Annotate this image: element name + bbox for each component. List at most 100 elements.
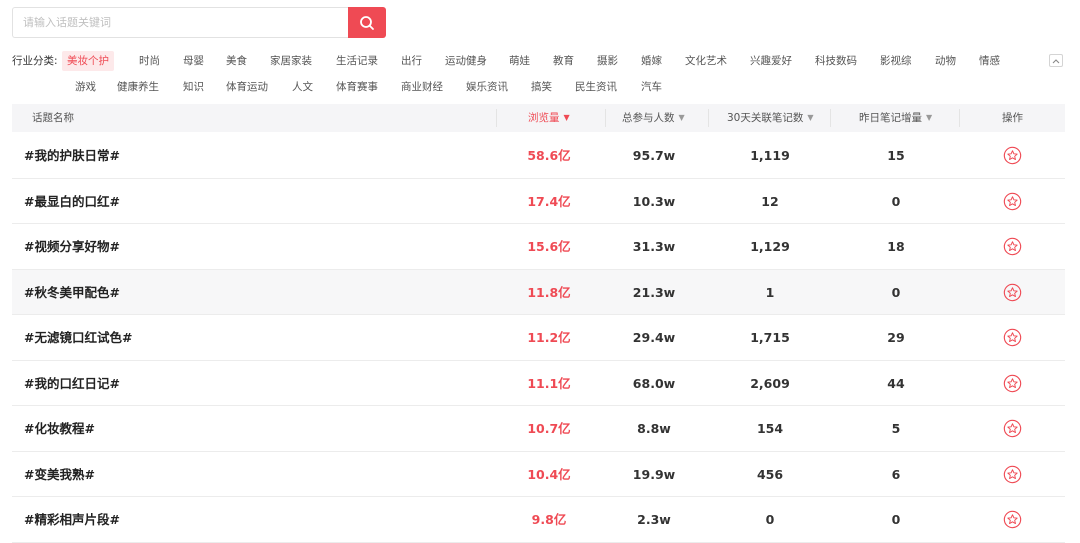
favorite-button[interactable] xyxy=(1003,465,1022,484)
header-participants[interactable]: 总参与人数 ▼ xyxy=(622,104,685,132)
favorite-button[interactable] xyxy=(1003,419,1022,438)
category-item[interactable]: 汽车 xyxy=(636,77,667,97)
participants-cell: 31.3w xyxy=(632,239,676,254)
category-item[interactable]: 运动健身 xyxy=(440,51,492,71)
column-divider xyxy=(959,109,960,127)
yesterday-cell: 5 xyxy=(891,421,901,436)
topic-name-cell[interactable]: #我的护肤日常# xyxy=(24,133,120,178)
category-item[interactable]: 美妆个护 xyxy=(62,51,114,71)
views-cell: 11.2亿 xyxy=(527,330,571,345)
notes30-cell: 1 xyxy=(765,284,775,300)
favorite-button[interactable] xyxy=(1003,192,1022,211)
sort-icon: ▼ xyxy=(678,113,685,122)
star-icon xyxy=(1003,283,1022,301)
table-row[interactable]: #秋冬美甲配色# 11.8亿 21.3w 1 0 xyxy=(12,269,1065,315)
category-item[interactable]: 家居家装 xyxy=(265,51,317,71)
table-row[interactable]: #精彩相声片段# 9.8亿 2.3w 0 0 xyxy=(12,497,1065,543)
notes30-cell: 456 xyxy=(756,466,784,482)
category-item[interactable]: 体育赛事 xyxy=(331,77,383,97)
table-row[interactable]: #变美我熟# 10.4亿 19.9w 456 6 xyxy=(12,452,1065,497)
topic-name-cell[interactable]: #变美我熟# xyxy=(24,452,95,497)
table-row[interactable]: #我的护肤日常# 58.6亿 95.7w 1,119 15 xyxy=(12,133,1065,179)
participants-cell: 21.3w xyxy=(632,284,676,300)
category-item[interactable]: 动物 xyxy=(930,51,961,71)
category-item[interactable]: 健康养生 xyxy=(112,77,164,97)
category-item[interactable]: 兴趣爱好 xyxy=(745,51,797,71)
table-header: 话题名称 浏览量 ▼ 总参与人数 ▼ 30天关联笔记数 ▼ 昨日笔记增量 ▼ 操作 xyxy=(12,104,1065,132)
header-views[interactable]: 浏览量 ▼ xyxy=(528,104,570,132)
star-icon xyxy=(1003,328,1022,347)
collapse-categories-button[interactable] xyxy=(1049,54,1063,67)
yesterday-cell: 0 xyxy=(891,512,901,527)
category-item[interactable]: 科技数码 xyxy=(810,51,862,71)
category-item[interactable]: 摄影 xyxy=(592,51,623,71)
category-item[interactable]: 文化艺术 xyxy=(680,51,732,71)
category-item[interactable]: 婚嫁 xyxy=(636,51,667,71)
header-participants-label: 总参与人数 xyxy=(622,112,675,124)
table-row[interactable]: #无滤镜口红试色# 11.2亿 29.4w 1,715 29 xyxy=(12,315,1065,361)
favorite-button[interactable] xyxy=(1003,328,1022,347)
header-views-label: 浏览量 xyxy=(528,112,560,124)
views-cell: 15.6亿 xyxy=(527,239,571,254)
topic-name-cell[interactable]: #化妆教程# xyxy=(24,406,95,451)
table-row[interactable]: #我的口红日记# 11.1亿 68.0w 2,609 44 xyxy=(12,361,1065,406)
yesterday-cell: 0 xyxy=(891,193,901,209)
topic-name-cell[interactable]: #最显白的口红# xyxy=(24,179,120,224)
category-item[interactable]: 美食 xyxy=(221,51,252,71)
notes30-cell: 0 xyxy=(765,512,775,527)
search-button[interactable] xyxy=(348,7,386,38)
sort-desc-icon: ▼ xyxy=(563,113,570,122)
topic-name-cell[interactable]: #视频分享好物# xyxy=(24,224,120,269)
category-item[interactable]: 教育 xyxy=(548,51,579,71)
category-item[interactable]: 情感 xyxy=(974,51,1005,71)
yesterday-cell: 18 xyxy=(887,239,905,254)
category-item[interactable]: 出行 xyxy=(396,51,427,71)
category-row-1: 美妆个护 时尚 母婴 美食 家居家装 生活记录 出行 运动健身 萌娃 教育 摄影 婚嫁 文化艺术 兴趣爱好… xyxy=(0,51,1080,71)
topic-name-cell[interactable]: #秋冬美甲配色# xyxy=(24,270,120,315)
category-item[interactable]: 时尚 xyxy=(134,51,165,71)
star-icon xyxy=(1003,192,1022,210)
sort-icon: ▼ xyxy=(807,113,814,122)
star-icon xyxy=(1003,237,1022,256)
table-row[interactable]: #视频分享好物# 15.6亿 31.3w 1,129 18 xyxy=(12,224,1065,270)
notes30-cell: 2,609 xyxy=(750,375,790,391)
category-item[interactable]: 知识 xyxy=(178,77,209,97)
sort-icon: ▼ xyxy=(926,113,933,122)
views-cell: 11.8亿 xyxy=(527,284,571,300)
topic-name-cell[interactable]: #精彩相声片段# xyxy=(24,497,120,542)
column-divider xyxy=(496,109,497,127)
views-cell: 10.4亿 xyxy=(527,466,571,482)
column-divider xyxy=(605,109,606,127)
yesterday-cell: 6 xyxy=(891,466,901,482)
category-item[interactable]: 影视综 xyxy=(875,51,917,71)
favorite-button[interactable] xyxy=(1003,283,1022,302)
category-item[interactable]: 商业财经 xyxy=(396,77,448,97)
category-item[interactable]: 游戏 xyxy=(70,77,101,97)
category-item[interactable]: 母婴 xyxy=(178,51,209,71)
category-item[interactable]: 搞笑 xyxy=(526,77,557,97)
participants-cell: 95.7w xyxy=(632,148,676,163)
category-item[interactable]: 人文 xyxy=(287,77,318,97)
category-item[interactable]: 生活记录 xyxy=(331,51,383,71)
category-item[interactable]: 体育运动 xyxy=(221,77,273,97)
column-divider xyxy=(708,109,709,127)
header-yesterday[interactable]: 昨日笔记增量 ▼ xyxy=(859,104,932,132)
favorite-button[interactable] xyxy=(1003,146,1022,165)
header-notes30[interactable]: 30天关联笔记数 ▼ xyxy=(727,104,814,132)
table-row[interactable]: #最显白的口红# 17.4亿 10.3w 12 0 xyxy=(12,179,1065,224)
yesterday-cell: 44 xyxy=(887,375,905,391)
header-action: 操作 xyxy=(1002,112,1023,124)
topic-name-cell[interactable]: #无滤镜口红试色# xyxy=(24,315,132,360)
yesterday-cell: 0 xyxy=(891,284,901,300)
favorite-button[interactable] xyxy=(1003,237,1022,256)
favorite-button[interactable] xyxy=(1003,374,1022,393)
category-item[interactable]: 娱乐资讯 xyxy=(461,77,513,97)
category-item[interactable]: 民生资讯 xyxy=(570,77,622,97)
category-item[interactable]: 萌娃 xyxy=(504,51,535,71)
favorite-button[interactable] xyxy=(1003,510,1022,529)
views-cell: 17.4亿 xyxy=(527,193,571,209)
search-input[interactable] xyxy=(12,7,348,38)
table-row[interactable]: #化妆教程# 10.7亿 8.8w 154 5 xyxy=(12,406,1065,452)
topic-name-cell[interactable]: #我的口红日记# xyxy=(24,361,120,406)
yesterday-cell: 29 xyxy=(887,330,905,345)
